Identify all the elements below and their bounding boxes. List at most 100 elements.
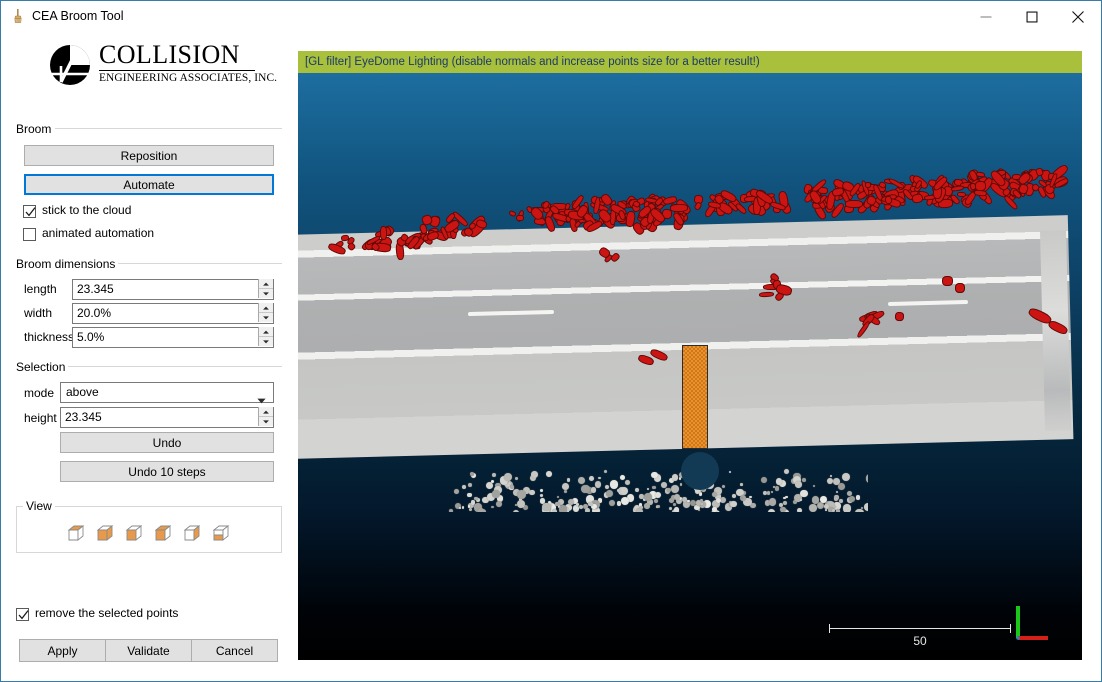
gravel-point: [774, 486, 780, 491]
gravel-point: [651, 471, 658, 479]
gravel-point: [558, 504, 568, 512]
view-bottom-button[interactable]: [211, 523, 231, 543]
gravel-point: [454, 488, 459, 494]
gravel-point: [682, 497, 687, 502]
gravel-point: [619, 474, 626, 481]
close-icon[interactable]: [1055, 1, 1101, 32]
validate-button[interactable]: Validate: [105, 639, 192, 662]
gravel-point: [646, 487, 650, 491]
maximize-icon[interactable]: [1009, 1, 1055, 32]
mode-label: mode: [24, 386, 55, 400]
gravel-point: [468, 507, 473, 512]
apply-button[interactable]: Apply: [19, 639, 106, 662]
gravel-point: [760, 477, 767, 484]
gravel-point: [809, 504, 817, 512]
gravel-point: [800, 498, 803, 501]
scale-bar-tick-left: [829, 624, 830, 633]
broom-group-label: Broom: [16, 122, 55, 136]
gravel-point: [836, 491, 838, 494]
gravel-point: [577, 476, 586, 485]
selection-group-rule: [64, 366, 282, 367]
gravel-point: [855, 495, 861, 500]
gravel-point: [513, 509, 520, 512]
width-label: width: [24, 306, 53, 320]
stick-to-cloud-box[interactable]: [23, 205, 36, 218]
view-left-button[interactable]: [124, 523, 144, 543]
mode-select[interactable]: above: [60, 382, 274, 404]
gravel-point: [458, 506, 462, 510]
gravel-point: [448, 509, 453, 512]
selected-point: [957, 191, 967, 198]
gravel-point: [469, 471, 474, 476]
company-logo: COLLISION ENGINEERING ASSOCIATES, INC.: [47, 40, 277, 89]
gravel-point: [492, 490, 500, 498]
gravel-point: [566, 478, 571, 482]
height-stepper[interactable]: [258, 407, 273, 426]
automate-button[interactable]: Automate: [24, 174, 274, 195]
remove-selected-points-box[interactable]: [16, 608, 29, 621]
minimize-icon[interactable]: [963, 1, 1009, 32]
length-stepper[interactable]: [258, 279, 273, 298]
view-front-button[interactable]: [95, 523, 115, 543]
width-input[interactable]: 20.0%: [72, 303, 274, 324]
gravel-point: [855, 508, 864, 512]
gravel-point: [833, 496, 838, 502]
view-top-button[interactable]: [66, 523, 86, 543]
gravel-point: [467, 492, 472, 498]
gravel-point: [832, 508, 836, 512]
gravel-point: [768, 498, 777, 506]
length-input[interactable]: 23.345: [72, 279, 274, 300]
gl-filter-banner: [GL filter] EyeDome Lighting (disable no…: [298, 51, 1082, 73]
gravel-point: [668, 507, 672, 511]
gravel-point: [624, 479, 630, 485]
animated-automation-box[interactable]: [23, 228, 36, 241]
gravel-point: [644, 503, 650, 509]
title-bar: CEA Broom Tool: [1, 1, 1101, 32]
app-window: CEA Broom Tool COLLISION ENGINEERING ASS…: [0, 0, 1102, 682]
gl-scene[interactable]: 50: [298, 73, 1082, 660]
width-stepper[interactable]: [258, 303, 273, 322]
gravel-point: [594, 481, 602, 488]
view-group-label: View: [23, 499, 55, 513]
gravel-point: [836, 509, 841, 512]
gravel-point: [666, 487, 671, 493]
gravel-point: [817, 503, 823, 509]
broom-handle[interactable]: [681, 452, 719, 490]
logo-line-1: COLLISION: [99, 40, 240, 69]
gravel-point: [585, 508, 590, 512]
view-right-button[interactable]: [182, 523, 202, 543]
gravel-point: [517, 490, 526, 499]
gravel-point: [597, 476, 601, 480]
height-input[interactable]: 23.345: [60, 407, 274, 428]
gravel-point: [608, 499, 616, 507]
gravel-shoulder: [448, 468, 868, 512]
gravel-point: [491, 505, 494, 509]
logo-divider: [99, 70, 255, 71]
gravel-point: [640, 506, 644, 509]
gravel-point: [531, 471, 538, 478]
thickness-stepper[interactable]: [258, 327, 273, 346]
gravel-point: [819, 495, 827, 503]
undo-button[interactable]: Undo: [60, 432, 274, 453]
gravel-point: [551, 509, 557, 512]
gravel-point: [800, 490, 808, 498]
gravel-point: [780, 506, 786, 512]
point-cloud-viewport[interactable]: [GL filter] EyeDome Lighting (disable no…: [298, 51, 1082, 660]
height-label: height: [24, 411, 57, 425]
viewport-left-edge: [297, 51, 298, 660]
broom-plane[interactable]: [682, 345, 708, 449]
gravel-point: [604, 485, 610, 490]
view-top-front-button[interactable]: [153, 523, 173, 543]
gravel-point: [802, 478, 806, 482]
gravel-point: [654, 499, 659, 504]
thickness-input[interactable]: 5.0%: [72, 327, 274, 348]
undo-ten-steps-button[interactable]: Undo 10 steps: [60, 461, 274, 482]
selected-point: [910, 192, 923, 204]
gravel-point: [540, 489, 544, 493]
gravel-point: [679, 483, 682, 486]
gravel-point: [616, 501, 621, 506]
length-label: length: [24, 282, 57, 296]
reposition-button[interactable]: Reposition: [24, 145, 274, 166]
gravel-point: [841, 472, 850, 481]
cancel-button[interactable]: Cancel: [191, 639, 278, 662]
